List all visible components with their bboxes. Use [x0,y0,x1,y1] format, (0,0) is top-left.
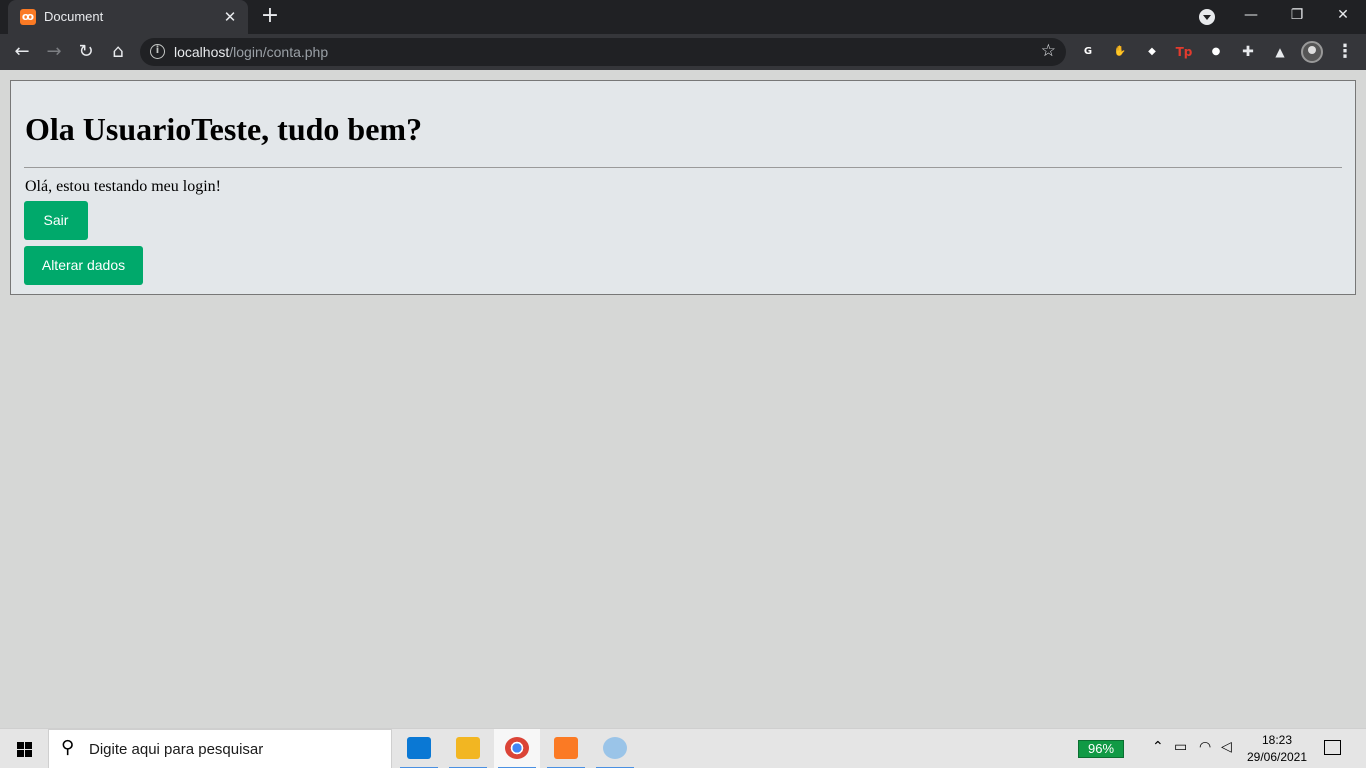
browser-tab[interactable]: ꝏ Document ✕ [8,0,248,34]
taskbar-app-paint[interactable] [592,729,638,768]
welcome-message: Olá, estou testando meu login! [25,178,221,195]
back-icon[interactable]: ← [10,40,34,64]
windows-taskbar: ⚲ Digite aqui para pesquisar 96% ⌃ ▭ ◠ ◁… [0,728,1366,768]
taskbar-app-xampp[interactable] [543,729,589,768]
page-viewport: Ola UsuarioTeste, tudo bem? Olá, estou t… [0,70,1366,728]
restore-button[interactable]: ❐ [1274,0,1320,30]
home-icon[interactable]: ⌂ [106,40,130,64]
edit-data-button[interactable]: Alterar dados [24,246,143,285]
minimize-button[interactable]: — [1228,0,1274,30]
battery-icon[interactable]: ▭ [1174,739,1187,755]
site-info-icon[interactable]: i [150,44,165,59]
xampp-favicon-icon: ꝏ [20,9,36,25]
close-window-button[interactable]: ✕ [1320,0,1366,30]
reload-icon[interactable]: ↻ [74,40,98,64]
browser-menu-icon[interactable]: ⋮ [1336,41,1354,63]
start-button[interactable] [0,729,48,768]
search-icon: ⚲ [61,737,75,758]
url-text: localhost/login/conta.php [174,44,328,60]
browser-toolbar: ← → ↻ ⌂ i localhost/login/conta.php ☆ G … [0,34,1366,70]
folder-icon [456,737,480,759]
new-tab-button[interactable]: + [258,5,282,29]
xampp-icon [554,737,578,759]
bookmark-star-icon[interactable]: ☆ [1041,41,1056,61]
url-host: localhost [174,44,230,60]
logout-button[interactable]: Sair [24,201,88,240]
page-title: Ola UsuarioTeste, tudo bem? [25,111,423,147]
taskbar-search[interactable]: ⚲ Digite aqui para pesquisar [48,729,392,768]
taskbar-app-chrome[interactable] [494,729,540,768]
extension-diamond-icon[interactable]: ◆ [1143,43,1161,61]
browser-tab-strip: ꝏ Document ✕ + — ❐ ✕ [0,0,1366,34]
profile-avatar[interactable] [1301,41,1323,63]
battery-indicator[interactable]: 96% [1078,740,1124,758]
video-recorder-icon[interactable]: ● [1207,43,1225,61]
taskbar-app-mail[interactable] [396,729,442,768]
extensions-puzzle-icon[interactable]: ✚ [1239,43,1257,61]
windows-logo-icon [17,742,32,757]
notifications-icon[interactable] [1324,740,1341,755]
mail-icon [407,737,431,759]
tab-search-icon[interactable] [1199,9,1215,25]
clock-time: 18:23 [1261,733,1293,747]
clock-date: 29/06/2021 [1246,750,1308,764]
divider [24,167,1342,168]
taskbar-clock[interactable]: 18:23 29/06/2021 [1246,732,1308,766]
address-bar[interactable]: i localhost/login/conta.php ☆ [140,38,1066,66]
chrome-icon [505,737,529,759]
forward-icon[interactable]: → [42,40,66,64]
account-card: Ola UsuarioTeste, tudo bem? Olá, estou t… [10,80,1356,295]
show-hidden-icons-chevron-icon[interactable]: ⌃ [1152,739,1164,755]
search-placeholder: Digite aqui para pesquisar [89,741,264,758]
labs-flask-icon[interactable]: ▲ [1271,43,1289,61]
paint-icon [603,737,627,759]
adblock-icon[interactable]: ✋ [1111,43,1129,61]
tp-extension-icon[interactable]: Tp [1175,43,1193,61]
network-icon[interactable]: ◠ [1199,739,1211,755]
tab-title: Document [44,9,104,24]
tab-close-icon[interactable]: ✕ [220,7,240,27]
url-path: /login/conta.php [229,44,329,60]
grammarly-icon[interactable]: G [1079,43,1097,61]
taskbar-app-file-explorer[interactable] [445,729,491,768]
volume-icon[interactable]: ◁ [1221,739,1232,755]
